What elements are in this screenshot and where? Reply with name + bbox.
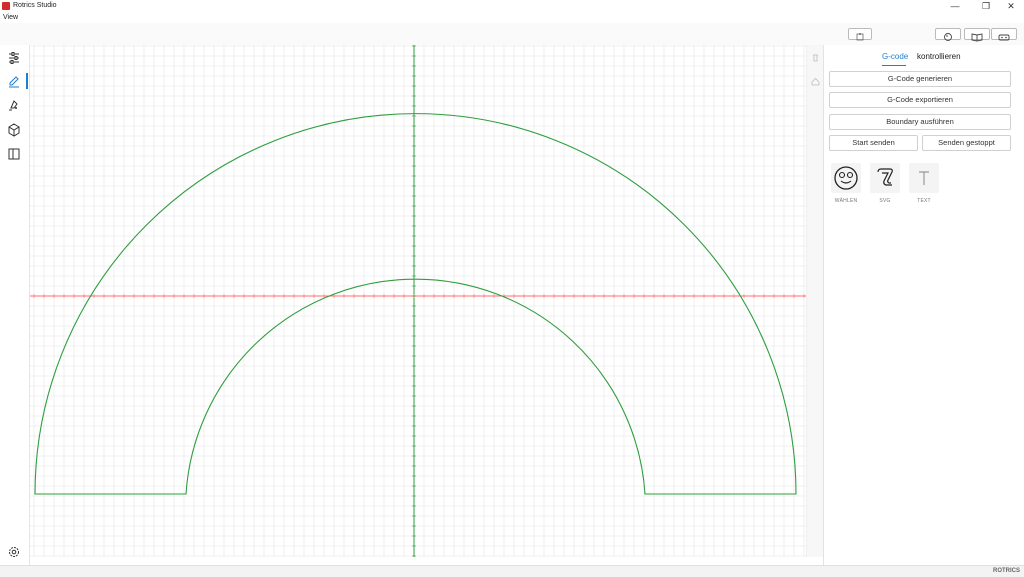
sliders-icon [9, 52, 19, 64]
top-toolbar [0, 23, 1024, 46]
sidebar-item-laser[interactable] [4, 96, 24, 114]
svg-icon [877, 168, 893, 186]
tab-kontrollieren[interactable]: kontrollieren [917, 52, 961, 62]
axis-ticks [33, 45, 805, 557]
palette-icon [944, 33, 952, 41]
stop-send-button[interactable]: Senden gestoppt [922, 135, 1011, 151]
grid-lines [30, 45, 806, 557]
manual-button[interactable] [964, 28, 990, 42]
device-button[interactable] [991, 28, 1017, 41]
tile-svg[interactable] [870, 163, 900, 193]
puzzle-button[interactable] [848, 28, 872, 41]
run-boundary-button[interactable]: Boundary ausführen [829, 114, 1011, 130]
arch-drawing-path[interactable] [34, 112, 797, 495]
close-button[interactable]: ✕ [1000, 0, 1022, 12]
pen-icon [9, 76, 19, 88]
tile-text-label: TEXT [917, 198, 931, 204]
text-icon [919, 171, 929, 185]
sidebar-item-settings-sliders[interactable] [4, 49, 24, 67]
active-tab-underline [882, 65, 906, 66]
status-bar: ROTRICS [0, 565, 1024, 577]
module-sidebar [0, 45, 30, 565]
title-bar: Rotrics Studio — ❐ ✕ [0, 0, 1024, 12]
trash-icon[interactable] [811, 53, 820, 62]
sidebar-item-3d[interactable] [4, 121, 24, 139]
generate-gcode-button[interactable]: G-Code generieren [829, 71, 1011, 87]
canvas-side-strip [806, 45, 823, 557]
palette-button[interactable] [935, 28, 961, 41]
canvas-grid[interactable] [30, 45, 806, 557]
minimize-button[interactable]: — [944, 0, 966, 12]
app-title: Rotrics Studio [13, 2, 57, 9]
gcode-panel: G-code kontrollieren G-Code generieren G… [823, 45, 1024, 565]
smiley-icon [834, 166, 858, 190]
home-icon[interactable] [811, 77, 820, 86]
tile-text[interactable] [909, 163, 939, 193]
restore-button[interactable]: ❐ [975, 0, 997, 12]
laser-icon [9, 100, 18, 111]
cube-icon [8, 123, 20, 137]
gear-icon [9, 547, 19, 557]
book-open-icon [971, 33, 983, 42]
tab-gcode[interactable]: G-code [882, 52, 908, 62]
export-gcode-button[interactable]: G-Code exportieren [829, 92, 1011, 108]
menu-bar: View [0, 12, 1024, 23]
start-send-button[interactable]: Start senden [829, 135, 918, 151]
puzzle-icon [856, 33, 864, 41]
workspace-canvas[interactable] [30, 45, 806, 557]
axes [30, 45, 806, 557]
tile-choose-label: WÄHLEN [834, 198, 858, 204]
book-icon [8, 148, 20, 160]
sidebar-item-book[interactable] [4, 145, 24, 163]
settings-button[interactable] [4, 543, 24, 561]
app-logo-icon [2, 2, 10, 10]
tile-svg-label: SVG [879, 198, 891, 204]
robot-arm-icon [998, 34, 1010, 41]
tile-choose-image[interactable] [831, 163, 861, 193]
menu-view[interactable]: View [3, 13, 18, 22]
sidebar-item-pen[interactable] [4, 72, 28, 90]
brand-label: ROTRICS [993, 568, 1020, 574]
